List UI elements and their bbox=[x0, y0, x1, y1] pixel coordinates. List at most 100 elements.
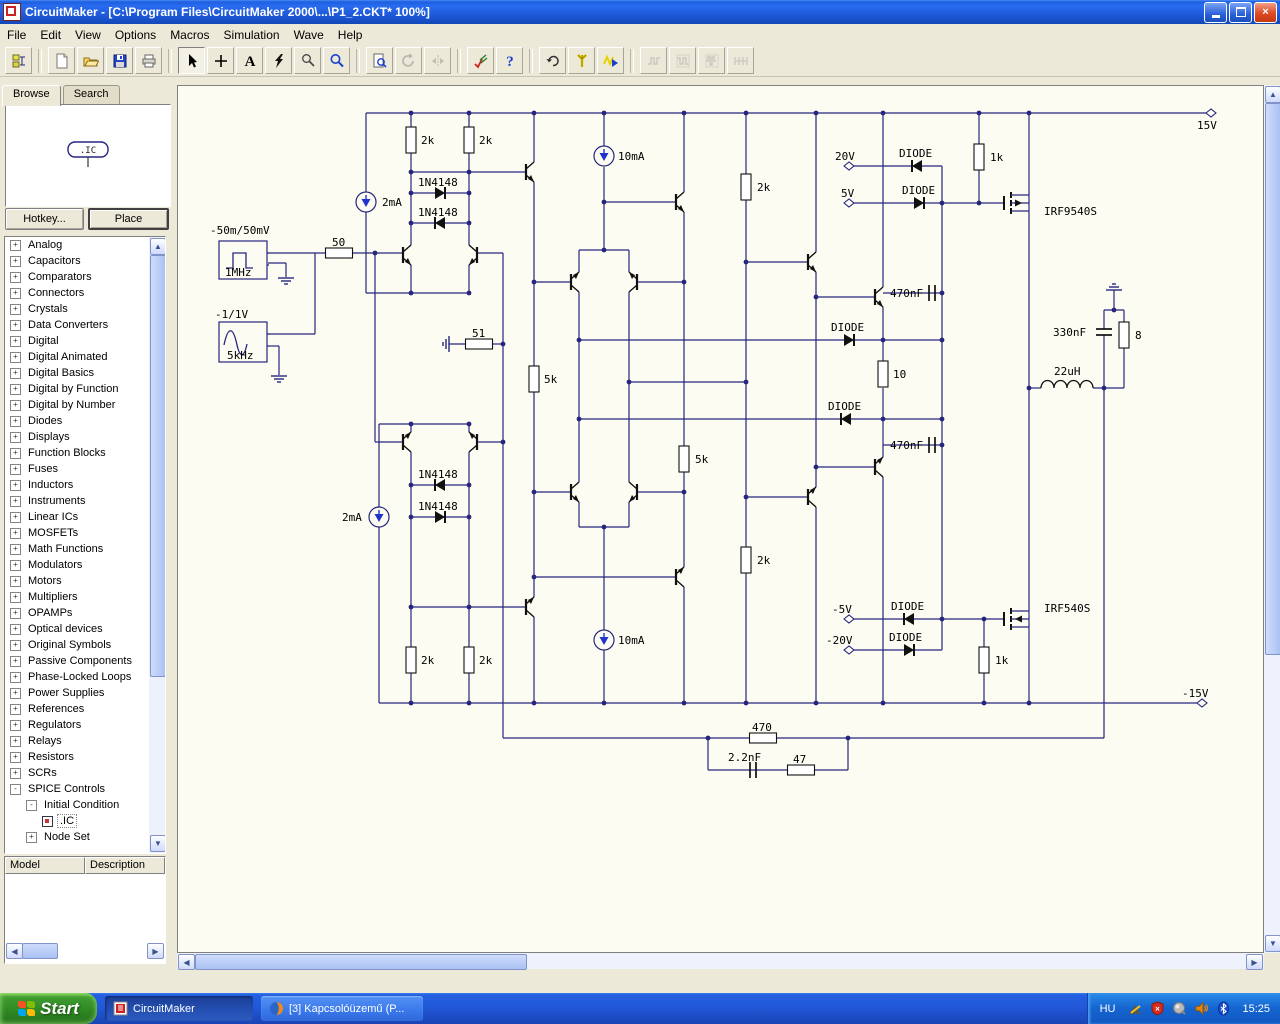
bjt-transistor[interactable] bbox=[678, 205, 684, 212]
resistor[interactable] bbox=[740, 546, 752, 574]
tree-item-instruments[interactable]: + Instruments bbox=[5, 493, 165, 509]
tree-item-motors[interactable]: + Motors bbox=[5, 573, 165, 589]
expand-icon[interactable]: + bbox=[10, 303, 21, 315]
scope-c-button[interactable] bbox=[698, 47, 725, 74]
resistor[interactable] bbox=[786, 764, 816, 776]
expand-icon[interactable]: + bbox=[10, 367, 21, 379]
resistor[interactable] bbox=[678, 445, 690, 473]
menu-macros[interactable]: Macros bbox=[163, 26, 216, 44]
tree-scrollbar[interactable]: ▲ ▼ bbox=[149, 237, 165, 853]
tree-item-digital[interactable]: + Digital bbox=[5, 333, 165, 349]
scope-d-button[interactable] bbox=[727, 47, 754, 74]
collapse-icon[interactable]: - bbox=[10, 783, 21, 795]
expand-icon[interactable]: + bbox=[10, 767, 21, 779]
tree-item-references[interactable]: + References bbox=[5, 701, 165, 717]
bjt-transistor[interactable] bbox=[877, 457, 883, 464]
tree-item-digital-by-function[interactable]: + Digital by Function bbox=[5, 381, 165, 397]
expand-icon[interactable]: + bbox=[10, 495, 21, 507]
tree-item-modulators[interactable]: + Modulators bbox=[5, 557, 165, 573]
model-scroll-left[interactable]: ◀ bbox=[6, 943, 23, 959]
expand-icon[interactable]: + bbox=[10, 591, 21, 603]
expand-icon[interactable]: + bbox=[10, 735, 21, 747]
rotate-button[interactable] bbox=[395, 47, 422, 74]
tree-item-passive-components[interactable]: + Passive Components bbox=[5, 653, 165, 669]
tree-item-math-functions[interactable]: + Math Functions bbox=[5, 541, 165, 557]
model-scroll-right[interactable]: ▶ bbox=[147, 943, 164, 959]
menu-simulation[interactable]: Simulation bbox=[217, 26, 287, 44]
language-indicator[interactable]: HU bbox=[1100, 1003, 1116, 1015]
expand-icon[interactable]: + bbox=[10, 639, 21, 651]
canvas-vscroll-thumb[interactable] bbox=[1265, 103, 1280, 655]
close-button[interactable]: × bbox=[1254, 1, 1277, 23]
resistor[interactable] bbox=[748, 732, 778, 744]
resistor[interactable] bbox=[463, 646, 475, 674]
open-folder-button[interactable] bbox=[77, 47, 104, 74]
reset-button[interactable] bbox=[539, 47, 566, 74]
resistor[interactable] bbox=[740, 173, 752, 201]
tree-item-opamps[interactable]: + OPAMPs bbox=[5, 605, 165, 621]
resistor[interactable] bbox=[463, 126, 475, 154]
tree-item-crystals[interactable]: + Crystals bbox=[5, 301, 165, 317]
expand-icon[interactable]: + bbox=[10, 623, 21, 635]
tree-item-initial-condition[interactable]: - Initial Condition bbox=[5, 797, 165, 813]
tree-item-resistors[interactable]: + Resistors bbox=[5, 749, 165, 765]
bjt-transistor[interactable] bbox=[629, 272, 635, 279]
delete-bolt-button[interactable] bbox=[265, 47, 292, 74]
menu-help[interactable]: Help bbox=[331, 26, 370, 44]
print-button[interactable] bbox=[135, 47, 162, 74]
expand-icon[interactable]: + bbox=[10, 399, 21, 411]
clock[interactable]: 15:25 bbox=[1242, 1003, 1270, 1015]
tree-item-digital-basics[interactable]: + Digital Basics bbox=[5, 365, 165, 381]
expand-icon[interactable]: + bbox=[26, 831, 37, 843]
expand-icon[interactable]: + bbox=[10, 527, 21, 539]
tree-item-node-set[interactable]: + Node Set bbox=[5, 829, 165, 845]
supply-terminal[interactable] bbox=[1196, 698, 1208, 708]
collapse-icon[interactable]: - bbox=[26, 799, 37, 811]
bluetooth-icon[interactable] bbox=[1216, 1001, 1231, 1016]
diode[interactable] bbox=[914, 197, 924, 209]
description-column-header[interactable]: Description bbox=[85, 857, 165, 874]
tree-item-relays[interactable]: + Relays bbox=[5, 733, 165, 749]
supply-terminal[interactable] bbox=[1205, 108, 1217, 118]
canvas-scroll-left[interactable]: ◀ bbox=[178, 954, 195, 970]
tree-scroll-up[interactable]: ▲ bbox=[150, 238, 165, 255]
expand-icon[interactable]: + bbox=[10, 671, 21, 683]
model-column-header[interactable]: Model bbox=[5, 857, 85, 874]
expand-icon[interactable]: + bbox=[10, 335, 21, 347]
tree-item-capacitors[interactable]: + Capacitors bbox=[5, 253, 165, 269]
save-button[interactable] bbox=[106, 47, 133, 74]
wire-plus-button[interactable] bbox=[207, 47, 234, 74]
resistor[interactable] bbox=[1118, 321, 1130, 349]
security-shield-icon[interactable]: × bbox=[1150, 1001, 1165, 1016]
model-scroll-thumb[interactable] bbox=[22, 943, 58, 959]
tree-item-linear-ics[interactable]: + Linear ICs bbox=[5, 509, 165, 525]
zoom-button[interactable] bbox=[323, 47, 350, 74]
schematic-canvas[interactable]: 2k 2k 50 51 5k 2k 5k 2k 10 1k 1k 8 470 47 2k 2k 1N4148 1N… bbox=[177, 85, 1264, 953]
tree-scroll-down[interactable]: ▼ bbox=[150, 835, 165, 852]
bjt-transistor[interactable] bbox=[810, 487, 816, 494]
digital-analog-check-button[interactable] bbox=[467, 47, 494, 74]
diode[interactable] bbox=[904, 613, 914, 625]
probe-button[interactable] bbox=[294, 47, 321, 74]
resistor[interactable] bbox=[324, 247, 354, 259]
supply-terminal[interactable] bbox=[843, 645, 855, 655]
tree-item-analog[interactable]: + Analog bbox=[5, 237, 165, 253]
resistor[interactable] bbox=[528, 365, 540, 393]
tree-item-function-blocks[interactable]: + Function Blocks bbox=[5, 445, 165, 461]
expand-icon[interactable]: + bbox=[10, 559, 21, 571]
expand-icon[interactable]: + bbox=[10, 479, 21, 491]
start-button[interactable]: Start bbox=[0, 993, 97, 1024]
taskbar-task-circuitmaker[interactable]: CircuitMaker bbox=[105, 996, 253, 1021]
hotkey-button[interactable]: Hotkey... bbox=[5, 208, 84, 230]
trace-wrench-button[interactable] bbox=[568, 47, 595, 74]
pen-tool-icon[interactable] bbox=[1128, 1001, 1143, 1016]
resistor[interactable] bbox=[978, 646, 990, 674]
expand-icon[interactable]: + bbox=[10, 607, 21, 619]
tree-item-fuses[interactable]: + Fuses bbox=[5, 461, 165, 477]
mosfet[interactable] bbox=[1015, 199, 1022, 207]
tree-item-multipliers[interactable]: + Multipliers bbox=[5, 589, 165, 605]
tree-item-spice-controls[interactable]: - SPICE Controls bbox=[5, 781, 165, 797]
tab-search[interactable]: Search bbox=[62, 85, 120, 104]
resistor[interactable] bbox=[877, 360, 889, 388]
tree-item-scrs[interactable]: + SCRs bbox=[5, 765, 165, 781]
